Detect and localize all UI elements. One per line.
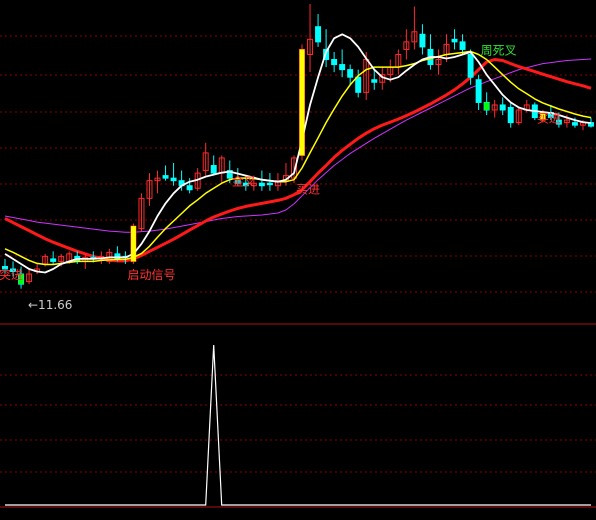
candle-body [571, 122, 578, 126]
candle-body [186, 185, 193, 191]
candle-body [467, 53, 474, 78]
indicator-line [5, 344, 591, 506]
candle-body [451, 38, 458, 43]
ma-line-purple [4, 58, 592, 233]
candle-body [459, 41, 466, 50]
candle-body [210, 165, 217, 174]
candle-body [170, 177, 177, 182]
ma-line-white [4, 33, 592, 274]
signal-marker [130, 226, 136, 262]
candle-body [371, 79, 378, 83]
signal-marker [484, 102, 490, 110]
signal-annotation: 金叉 [232, 174, 256, 189]
candle-body [507, 106, 514, 124]
candle-body [331, 59, 338, 66]
signal-annotation: 周死叉 [481, 43, 517, 57]
signal-annotation: 买进 [296, 182, 320, 196]
stock-chart-window: 突进 启动信号 买进 金叉 周死叉 买进 ←11.66 [0, 0, 596, 520]
signal-annotation: 启动信号 [127, 268, 175, 282]
candle-body [258, 182, 265, 187]
candle-body [266, 182, 273, 186]
candle-body [355, 76, 362, 93]
candle-body [475, 79, 482, 103]
candle-body [419, 33, 426, 48]
candle-body [499, 104, 506, 111]
candlestick-chart[interactable]: 突进 启动信号买进金叉周死叉买进 [0, 0, 596, 520]
candle-body [347, 69, 354, 78]
low-price-label: ←11.66 [28, 298, 73, 312]
signal-marker [299, 49, 305, 156]
candle-body [339, 64, 346, 71]
signal-annotation: 买进 [537, 112, 561, 126]
signal-annotation: 突进 [0, 267, 23, 282]
candle-body [162, 175, 169, 179]
candle-body [50, 258, 57, 262]
candle-body [315, 26, 322, 43]
